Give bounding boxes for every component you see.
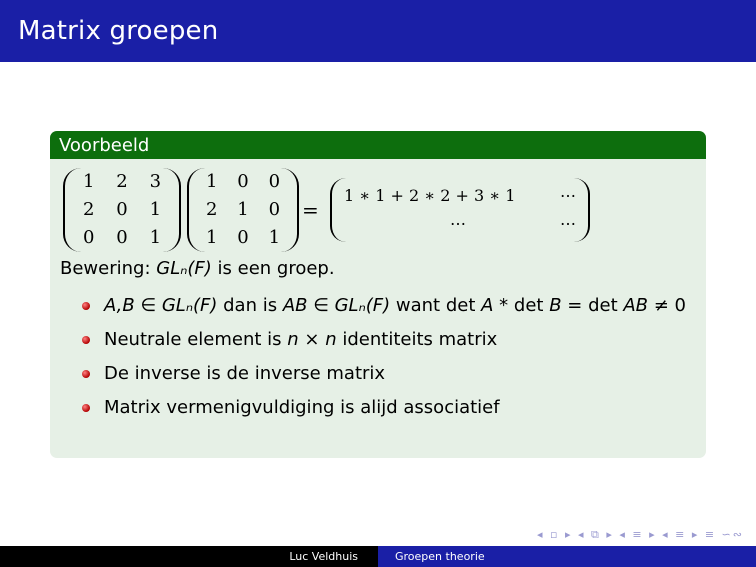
footer-topic-box: Groepen theorie bbox=[378, 546, 756, 567]
example-header-label: Voorbeeld bbox=[59, 135, 150, 156]
bullet-icon bbox=[82, 336, 90, 344]
matrix-b-cell: 1 bbox=[268, 227, 281, 248]
matrix-b-cell: 1 bbox=[205, 171, 218, 192]
matrix-b-cell: 1 bbox=[205, 227, 218, 248]
math-text: n × n bbox=[287, 329, 337, 350]
result-row2-ellipsis-mid: … bbox=[450, 210, 466, 229]
result-matrix: 1 ∗ 1 + 2 ∗ 2 + 3 ∗ 1 … … … bbox=[330, 178, 590, 242]
matrix-b-cell: 0 bbox=[268, 199, 281, 220]
text: dan is bbox=[217, 295, 283, 316]
text: ≠ 0 bbox=[648, 295, 687, 316]
text: want det bbox=[390, 295, 482, 316]
example-block-header: Voorbeeld bbox=[50, 131, 706, 159]
claim-suffix: is een groep. bbox=[211, 258, 335, 279]
matrix-b-cell: 0 bbox=[268, 171, 281, 192]
bullet-icon bbox=[82, 302, 90, 310]
claim-prefix: Bewering: bbox=[60, 258, 157, 279]
text: identiteits matrix bbox=[336, 329, 498, 350]
matrix-a-cell: 3 bbox=[149, 171, 162, 192]
text: De inverse is de inverse matrix bbox=[104, 363, 386, 384]
bullet-icon bbox=[82, 370, 90, 378]
matrix-a-cell: 1 bbox=[149, 227, 162, 248]
matrix-b-cell: 2 bbox=[205, 199, 218, 220]
bullet-icon bbox=[82, 404, 90, 412]
list-item: A,B ∈ GLₙ(F) dan is AB ∈ GLₙ(F) want det… bbox=[80, 293, 690, 318]
matrix-a-cell: 2 bbox=[82, 199, 95, 220]
bullet-list: A,B ∈ GLₙ(F) dan is AB ∈ GLₙ(F) want det… bbox=[80, 293, 690, 420]
result-row2-ellipsis-end: … bbox=[560, 210, 576, 229]
title-bar: Matrix groepen bbox=[0, 0, 756, 62]
math-text: AB ∈ GLₙ(F) bbox=[282, 295, 391, 316]
text: Neutrale element is bbox=[104, 329, 288, 350]
claim-math: GLₙ(F) bbox=[156, 258, 212, 279]
matrix-b-cell: 0 bbox=[237, 227, 249, 248]
math-text: B bbox=[549, 295, 562, 316]
math-text: A bbox=[481, 295, 494, 316]
matrix-a-cell: 1 bbox=[82, 171, 95, 192]
list-item: De inverse is de inverse matrix bbox=[80, 361, 690, 386]
list-item: Neutrale element is n × n identiteits ma… bbox=[80, 327, 690, 352]
matrix-a-cell: 0 bbox=[82, 227, 95, 248]
text: = det bbox=[561, 295, 624, 316]
math-text: A,B ∈ GLₙ(F) bbox=[104, 295, 218, 316]
slide-title: Matrix groepen bbox=[18, 16, 219, 46]
list-item: Matrix vermenigvuldiging is alijd associ… bbox=[80, 395, 690, 420]
claim-line: Bewering: GLₙ(F) is een groep. bbox=[60, 258, 335, 279]
matrix-a-cell: 0 bbox=[116, 227, 128, 248]
footer: Luc Veldhuis Groepen theorie bbox=[0, 546, 756, 567]
matrix-a: 1 2 3 2 0 1 0 0 1 bbox=[63, 168, 181, 252]
text: Matrix vermenigvuldiging is alijd associ… bbox=[104, 397, 500, 418]
math-text: AB bbox=[623, 295, 649, 316]
footer-author: Luc Veldhuis bbox=[289, 550, 358, 563]
footer-author-box: Luc Veldhuis bbox=[0, 546, 378, 567]
matrix-b-cell: 1 bbox=[237, 199, 249, 220]
equals-sign: = bbox=[302, 198, 319, 222]
beamer-navigation-symbols[interactable]: ◂ ▫ ▸ ◂ ⧉ ▸ ◂ ≡ ▸ ◂ ≡ ▸ ≡ ∽∾ bbox=[537, 528, 744, 542]
matrix-a-cell: 2 bbox=[116, 171, 128, 192]
result-row1-ellipsis: … bbox=[560, 182, 576, 201]
footer-topic: Groepen theorie bbox=[395, 550, 485, 563]
matrix-a-cell: 1 bbox=[149, 199, 162, 220]
matrix-a-cell: 0 bbox=[116, 199, 128, 220]
matrix-b-cell: 0 bbox=[237, 171, 249, 192]
text: * det bbox=[493, 295, 550, 316]
result-row1-expression: 1 ∗ 1 + 2 ∗ 2 + 3 ∗ 1 bbox=[344, 186, 516, 205]
matrix-b: 1 0 0 2 1 0 1 0 1 bbox=[187, 168, 299, 252]
